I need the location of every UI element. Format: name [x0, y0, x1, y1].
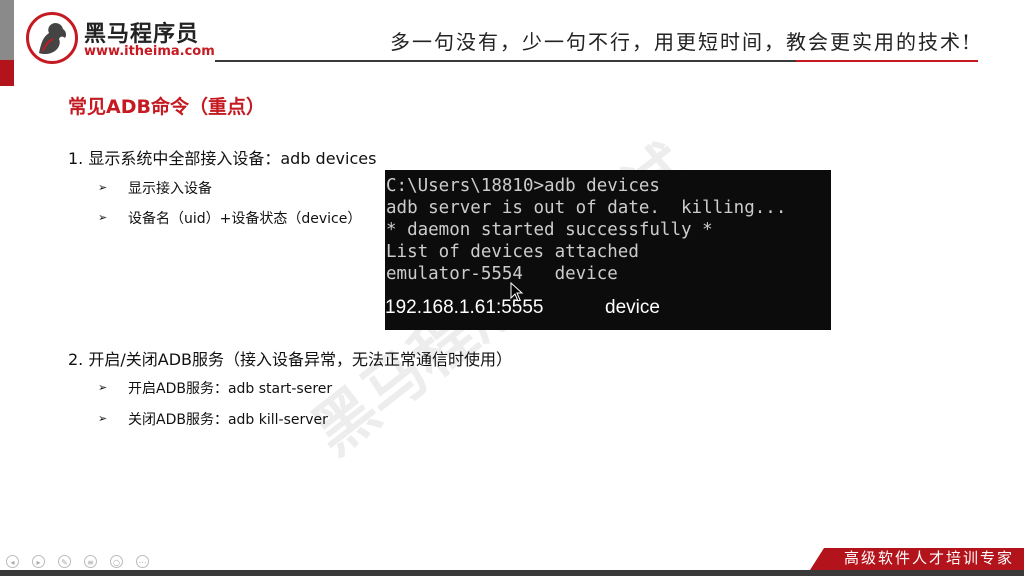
left-accent-red	[0, 60, 14, 86]
terminal-screenshot: C:\Users\18810>adb devices adb server is…	[385, 170, 831, 330]
terminal-line: emulator-5554 device	[386, 264, 618, 284]
horse-logo-icon	[26, 12, 78, 64]
bullet-arrow-icon: ➢	[98, 381, 108, 394]
mouse-cursor-icon	[510, 282, 524, 302]
bullet-arrow-icon: ➢	[98, 412, 108, 425]
brand-url: www.itheima.com	[84, 44, 215, 59]
zoom-icon[interactable]: ○	[110, 555, 123, 568]
item-2-sub-2: 关闭ADB服务：adb kill-server	[128, 412, 328, 428]
terminal-line: * daemon started successfully *	[386, 220, 713, 240]
terminal-line: List of devices attached	[386, 242, 639, 262]
menu-icon[interactable]: ≡	[84, 555, 97, 568]
pen-icon[interactable]: ✎	[58, 555, 71, 568]
terminal-line: C:\Users\18810>adb devices	[386, 176, 660, 196]
footer-bar	[0, 570, 1024, 576]
more-icon[interactable]: ⋯	[136, 555, 149, 568]
section-title: 常见ADB命令（重点）	[68, 96, 265, 118]
prev-icon[interactable]: ◂	[6, 555, 19, 568]
terminal-line: adb server is out of date. killing...	[386, 198, 787, 218]
bullet-arrow-icon: ➢	[98, 181, 108, 194]
header-slogan: 多一句没有，少一句不行，用更短时间，教会更实用的技术!	[390, 30, 973, 54]
item-1-sub-1: 显示接入设备	[128, 181, 212, 197]
left-accent-gray	[0, 0, 14, 60]
item-2-label: 2. 开启/关闭ADB服务（接入设备异常，无法正常通信时使用）	[68, 350, 512, 369]
next-icon[interactable]: ▸	[32, 555, 45, 568]
item-1-sub-2: 设备名（uid）+设备状态（device）	[128, 211, 362, 227]
footer-tag-text: 高级软件人才培训专家	[843, 549, 1014, 567]
header-divider-accent	[796, 60, 978, 62]
item-2-sub-1: 开启ADB服务：adb start-serer	[128, 381, 333, 397]
item-1-label: 1. 显示系统中全部接入设备：adb devices	[68, 149, 377, 168]
terminal-ip-status: device	[605, 297, 660, 318]
brand-logo: 黑马程序员 www.itheima.com	[26, 12, 215, 64]
bullet-arrow-icon: ➢	[98, 211, 108, 224]
